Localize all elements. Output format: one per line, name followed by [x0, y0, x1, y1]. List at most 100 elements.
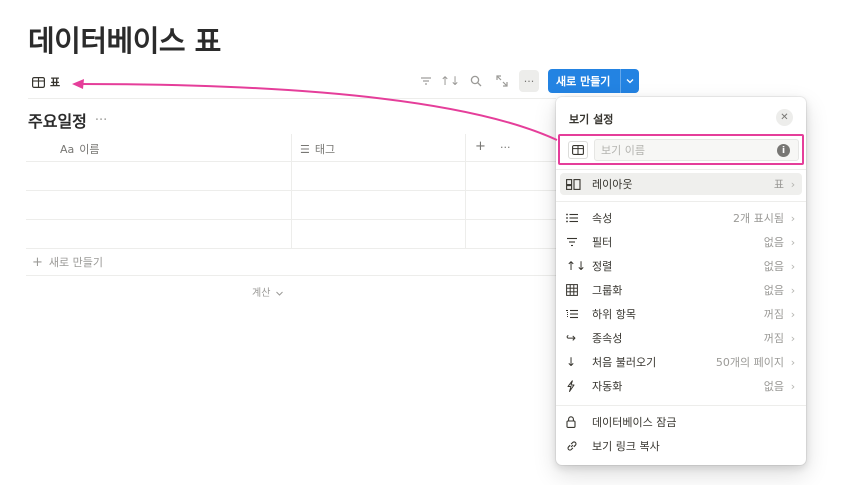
chevron-right-icon: ›: [790, 283, 796, 297]
menu-item-label: 필터: [592, 236, 613, 249]
table-row[interactable]: [26, 162, 556, 191]
chevron-right-icon: ›: [790, 355, 796, 369]
panel-divider: [556, 405, 806, 406]
search-icon[interactable]: [468, 73, 484, 89]
menu-item-label: 하위 항목: [592, 308, 636, 321]
group-icon: [566, 284, 586, 296]
column-tag-label: 태그: [314, 143, 336, 156]
menu-item-value: 꺼짐: [763, 332, 784, 345]
calc-label: 계산: [252, 288, 271, 299]
menu-item-sub-items[interactable]: 하위 항목 꺼짐 ›: [560, 303, 802, 325]
page-title: 데이터베이스 표: [28, 24, 221, 58]
menu-item-label: 데이터베이스 잠금: [592, 416, 677, 429]
cell-divider: [465, 220, 466, 248]
view-name-input[interactable]: 보기 이름: [594, 139, 799, 161]
expand-icon[interactable]: [494, 73, 510, 89]
chevron-right-icon: ›: [790, 259, 796, 273]
column-name-label: 이름: [79, 143, 100, 156]
menu-item-value: 50개의 페이지: [715, 356, 784, 369]
database-title-label[interactable]: 주요일정: [28, 108, 87, 132]
menu-item-label: 그룹화: [592, 284, 623, 297]
chevron-down-icon: [275, 291, 283, 296]
table-row[interactable]: [26, 191, 556, 220]
dependency-icon: ↪: [566, 331, 577, 345]
view-settings-panel: 보기 설정 ✕ 보기 이름 i 레이아웃 표 › 속성 2개 표시됨 › 필터 …: [556, 97, 806, 465]
menu-item-value: 없음: [763, 380, 784, 393]
column-more-button[interactable]: ···: [500, 141, 511, 154]
menu-item-value: 없음: [763, 236, 784, 249]
table-icon[interactable]: [568, 141, 588, 159]
menu-item-group[interactable]: 그룹화 없음 ›: [560, 279, 802, 301]
menu-item-initial-load[interactable]: ↓ 처음 불러오기 50개의 페이지 ›: [560, 351, 802, 373]
menu-item-dependency[interactable]: ↪ 종속성 꺼짐 ›: [560, 327, 802, 349]
menu-item-layout[interactable]: 레이아웃 표 ›: [560, 173, 802, 195]
menu-item-label: 자동화: [592, 380, 623, 393]
menu-item-value: 꺼짐: [763, 308, 784, 321]
column-header-name[interactable]: Aa 이름: [60, 141, 100, 157]
chevron-down-icon[interactable]: [621, 78, 639, 84]
chevron-right-icon: ›: [790, 177, 796, 191]
arrow-down-icon: ↓: [566, 355, 577, 369]
column-divider: [291, 134, 292, 161]
view-tab-table[interactable]: 표: [32, 74, 60, 90]
add-row-button[interactable]: + 새로 만들기: [26, 249, 556, 276]
menu-item-label: 처음 불러오기: [592, 356, 657, 369]
cell-divider: [291, 220, 292, 248]
lightning-icon: [566, 380, 586, 392]
menu-item-value: 표: [773, 178, 784, 191]
chevron-right-icon: ›: [790, 307, 796, 321]
menu-item-copy-link[interactable]: 보기 링크 복사: [560, 435, 802, 457]
panel-divider: [556, 169, 806, 170]
table-header: Aa 이름 ☰ 태그 + ···: [26, 134, 556, 162]
column-divider: [465, 134, 466, 161]
database-table: Aa 이름 ☰ 태그 + ··· + 새로 만들기 계산: [26, 134, 556, 299]
new-button-label: 새로 만들기: [556, 75, 611, 88]
view-name-highlight: 보기 이름 i: [558, 134, 804, 165]
lock-icon: [566, 416, 586, 428]
menu-item-value: 2개 표시됨: [733, 212, 784, 225]
multi-select-icon: ☰: [300, 142, 310, 156]
layout-icon: [566, 178, 586, 190]
view-name-placeholder: 보기 이름: [601, 144, 645, 157]
column-header-tag[interactable]: ☰ 태그: [300, 141, 335, 157]
menu-item-sort[interactable]: ↑↓ 정렬 없음 ›: [560, 255, 802, 277]
close-icon[interactable]: ✕: [776, 109, 793, 126]
table-row[interactable]: [26, 220, 556, 249]
list-icon: [566, 213, 586, 223]
menu-item-automation[interactable]: 자동화 없음 ›: [560, 375, 802, 397]
link-icon: [566, 440, 586, 452]
filter-icon: [566, 237, 586, 247]
text-property-icon: Aa: [60, 142, 75, 156]
info-icon[interactable]: i: [777, 144, 790, 157]
view-tab-label: 표: [50, 76, 61, 89]
add-column-button[interactable]: +: [475, 139, 486, 154]
chevron-right-icon: ›: [790, 235, 796, 249]
add-row-label: 새로 만들기: [48, 256, 104, 269]
panel-divider: [556, 201, 806, 202]
more-options-button[interactable]: ···: [519, 70, 539, 92]
sub-items-icon: [566, 309, 586, 319]
sort-icon[interactable]: ↑↓: [440, 73, 460, 89]
menu-item-filter[interactable]: 필터 없음 ›: [560, 231, 802, 253]
database-more-button[interactable]: ···: [95, 113, 107, 128]
table-icon: [32, 76, 45, 88]
menu-item-label: 속성: [592, 212, 613, 225]
chevron-right-icon: ›: [790, 211, 796, 225]
chevron-right-icon: ›: [790, 331, 796, 345]
menu-item-properties[interactable]: 속성 2개 표시됨 ›: [560, 207, 802, 229]
new-button[interactable]: 새로 만들기: [548, 69, 639, 93]
calculate-button[interactable]: 계산: [252, 284, 283, 299]
menu-item-lock-database[interactable]: 데이터베이스 잠금: [560, 411, 802, 433]
cell-divider: [291, 162, 292, 190]
chevron-right-icon: ›: [790, 379, 796, 393]
filter-icon[interactable]: [418, 73, 434, 89]
panel-title: 보기 설정: [569, 113, 614, 126]
menu-item-label: 정렬: [592, 260, 613, 273]
menu-item-label: 레이아웃: [592, 178, 633, 191]
menu-item-value: 없음: [763, 260, 784, 273]
sort-icon: ↑↓: [566, 259, 587, 273]
plus-icon: +: [32, 254, 43, 270]
cell-divider: [291, 191, 292, 219]
cell-divider: [465, 162, 466, 190]
cell-divider: [465, 191, 466, 219]
